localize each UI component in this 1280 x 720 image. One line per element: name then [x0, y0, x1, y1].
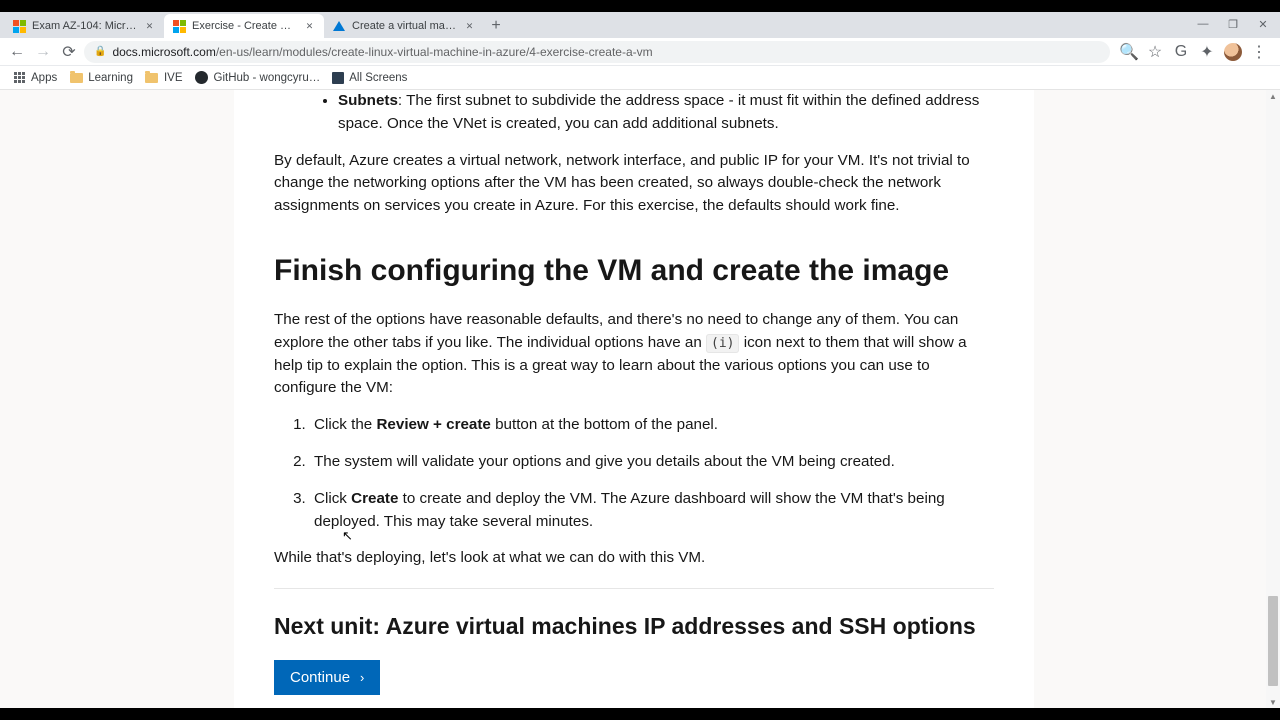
minimize-button[interactable]: — — [1188, 12, 1218, 36]
scroll-thumb[interactable] — [1268, 596, 1278, 686]
tab-title: Exam AZ-104: Microsoft Azure A — [32, 20, 137, 32]
tab-title: Exercise - Create a Linux virtual m — [192, 20, 297, 32]
continue-button[interactable]: Continue › — [274, 660, 380, 695]
forward-button[interactable]: → — [32, 41, 54, 63]
zoom-icon[interactable]: 🔍 — [1120, 43, 1138, 61]
step-1: Click the Review + create button at the … — [310, 414, 994, 437]
profile-avatar[interactable] — [1224, 43, 1242, 61]
menu-icon[interactable]: ⋮ — [1250, 43, 1268, 61]
extensions-icon[interactable]: ✦ — [1198, 43, 1216, 61]
reload-button[interactable]: ⟳ — [58, 41, 80, 63]
azure-favicon-icon — [332, 19, 346, 33]
window-controls: — ❐ ✕ — [1188, 12, 1278, 36]
bookmark-allscreens[interactable]: All Screens — [332, 72, 407, 84]
tab-strip: Exam AZ-104: Microsoft Azure A Exercise … — [0, 12, 1280, 38]
new-tab-button[interactable] — [484, 14, 508, 38]
steps-list: Click the Review + create button at the … — [274, 414, 994, 533]
bookmark-github[interactable]: GitHub - wongcyru… — [195, 71, 321, 85]
close-icon[interactable] — [303, 20, 316, 33]
close-icon[interactable] — [463, 20, 476, 33]
lock-icon: 🔒 — [94, 46, 106, 57]
translate-icon[interactable]: G — [1172, 43, 1190, 61]
bullet-subnets: Subnets: The first subnet to subdivide t… — [338, 90, 994, 136]
page-icon — [332, 72, 344, 84]
folder-icon — [145, 71, 159, 85]
tab-2[interactable]: Create a virtual machine - Micro — [324, 14, 484, 38]
apps-label: Apps — [31, 72, 57, 84]
bookmark-learning[interactable]: Learning — [69, 71, 133, 85]
close-window-button[interactable]: ✕ — [1248, 12, 1278, 36]
continue-label: Continue — [290, 669, 350, 686]
tab-0[interactable]: Exam AZ-104: Microsoft Azure A — [4, 14, 164, 38]
help-row: Need help? See our troubleshooting guide… — [274, 695, 994, 708]
back-button[interactable]: ← — [6, 41, 28, 63]
scroll-down-icon[interactable]: ▼ — [1268, 696, 1278, 708]
bookmark-ive[interactable]: IVE — [145, 71, 183, 85]
ms-favicon-icon — [12, 19, 26, 33]
tab-1[interactable]: Exercise - Create a Linux virtual m — [164, 14, 324, 38]
step-2: The system will validate your options an… — [310, 451, 994, 474]
vertical-scrollbar[interactable]: ▲ ▼ — [1266, 90, 1280, 708]
step-3: Click Create to create and deploy the VM… — [310, 488, 994, 534]
scroll-up-icon[interactable]: ▲ — [1268, 90, 1278, 102]
chevron-right-icon: › — [360, 670, 364, 685]
close-icon[interactable] — [143, 20, 156, 33]
bookmarks-bar: Apps Learning IVE GitHub - wongcyru… All… — [0, 66, 1280, 90]
paragraph-defaults: By default, Azure creates a virtual netw… — [274, 150, 994, 218]
maximize-button[interactable]: ❐ — [1218, 12, 1248, 36]
article-card: Subnets: The first subnet to subdivide t… — [234, 90, 1034, 708]
url-text: docs.microsoft.com/en-us/learn/modules/c… — [112, 45, 652, 59]
heading-finish-configuring: Finish configuring the VM and create the… — [274, 248, 994, 293]
folder-icon — [69, 71, 83, 85]
paragraph-options: The rest of the options have reasonable … — [274, 309, 994, 400]
bookmark-star-icon[interactable]: ☆ — [1146, 43, 1164, 61]
page-viewport: Subnets: The first subnet to subdivide t… — [0, 90, 1280, 708]
info-code: (i) — [706, 334, 739, 353]
paragraph-while-deploying: While that's deploying, let's look at wh… — [274, 547, 994, 570]
next-unit-heading: Next unit: Azure virtual machines IP add… — [274, 609, 994, 644]
apps-button[interactable]: Apps — [12, 71, 57, 85]
browser-window: Exam AZ-104: Microsoft Azure A Exercise … — [0, 12, 1280, 708]
section-divider — [274, 588, 994, 589]
github-icon — [195, 71, 209, 85]
browser-toolbar: ← → ⟳ 🔒 docs.microsoft.com/en-us/learn/m… — [0, 38, 1280, 66]
address-bar[interactable]: 🔒 docs.microsoft.com/en-us/learn/modules… — [84, 41, 1110, 63]
tab-title: Create a virtual machine - Micro — [352, 20, 457, 32]
ms-favicon-icon — [172, 19, 186, 33]
apps-grid-icon — [12, 71, 26, 85]
